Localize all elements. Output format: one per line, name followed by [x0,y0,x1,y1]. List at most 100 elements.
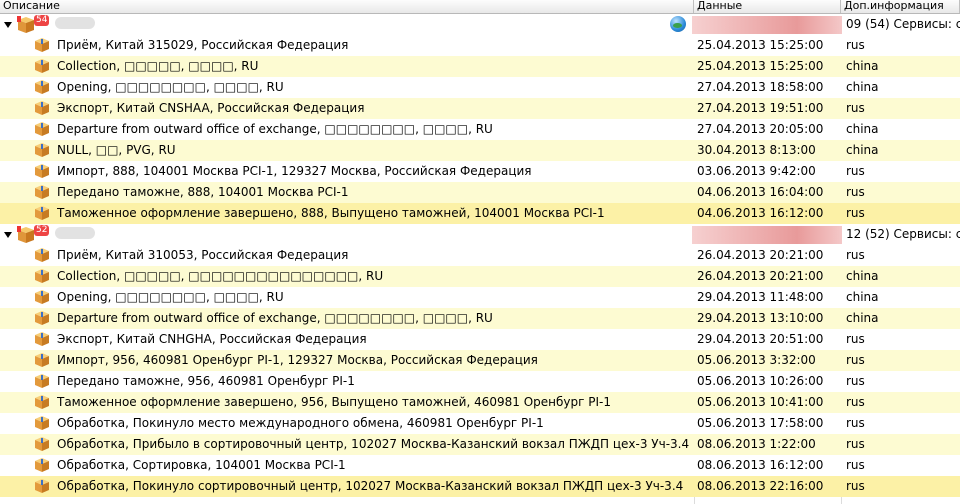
cell-info: rus [846,164,865,178]
parcel-icon [35,206,49,220]
cell-description: Экспорт, Китай CNSHAA, Российская Федера… [57,101,365,115]
parcel-icon [35,248,49,262]
cell-info: rus [846,437,865,451]
cell-date: 04.06.2013 16:04:00 [697,185,824,199]
table-row[interactable]: Экспорт, Китай CNHGHA, Российская Федера… [0,329,960,350]
cell-description: Обработка, Покинуло сортировочный центр,… [57,479,684,493]
cell-info: rus [846,458,865,472]
group-row[interactable]: 54 09 (54) Сервисы: с [0,14,960,35]
cell-info: rus [846,374,865,388]
table-row[interactable]: Передано таможне, 888, 104001 Москва PCI… [0,182,960,203]
parcel-icon [35,374,49,388]
table-row[interactable]: Opening, □□□□□□□□, □□□□, RU 27.04.2013 18… [0,77,960,98]
cell-date: 08.06.2013 22:16:00 [697,479,824,493]
group-row[interactable]: 52 12 (52) Сервисы: с [0,224,960,245]
cell-description: Передано таможне, 888, 104001 Москва PCI… [57,185,349,199]
cell-description: Экспорт, Китай CNHGHA, Российская Федера… [57,332,367,346]
table-row[interactable]: Таможенное оформление завершено, 888, Вы… [0,203,960,224]
column-header-info[interactable]: Доп.информация [841,0,960,13]
cell-date: 27.04.2013 18:58:00 [697,80,824,94]
cell-description: Приём, Китай 315029, Российская Федераци… [57,38,349,52]
table-row[interactable]: Обработка, Прибыло в сортировочный центр… [0,434,960,455]
collapse-arrow-icon[interactable] [4,22,12,28]
cell-description: Импорт, 888, 104001 Москва PCI-1, 129327… [57,164,532,178]
parcel-icon [35,59,49,73]
collapse-arrow-icon[interactable] [4,232,12,238]
cell-date: 30.04.2013 8:13:00 [697,143,816,157]
table-row[interactable]: Collection, □□□□□, □□□□, RU 25.04.2013 15… [0,56,960,77]
cell-info: china [846,290,879,304]
cell-info: rus [846,38,865,52]
table-row[interactable]: Обработка, Покинуло сортировочный центр,… [0,476,960,497]
column-header-description[interactable]: Описание [0,0,694,13]
parcel-icon [35,122,49,136]
table-row[interactable]: Departure from outward office of exchang… [0,308,960,329]
parcel-icon [35,185,49,199]
cell-description: Collection, □□□□□, □□□□, RU [57,59,259,73]
cell-date: 27.04.2013 19:51:00 [697,101,824,115]
parcel-group-icon [17,226,34,243]
cell-date: 08.06.2013 16:12:00 [697,458,824,472]
group-info: 12 (52) Сервисы: с [846,227,960,241]
table-row[interactable]: Импорт, 888, 104001 Москва PCI-1, 129327… [0,161,960,182]
globe-icon[interactable] [670,16,686,32]
table-row[interactable]: Opening, □□□□□□□□, □□□□, RU 29.04.2013 11… [0,287,960,308]
status-bar [692,226,842,244]
cell-info: rus [846,206,865,220]
cell-description: Импорт, 956, 460981 Оренбург PI-1, 12932… [57,353,538,367]
cell-description: Opening, □□□□□□□□, □□□□, RU [57,290,284,304]
parcel-group-icon [17,16,34,33]
parcel-icon [35,416,49,430]
table-row[interactable]: Таможенное оформление завершено, 956, Вы… [0,392,960,413]
cell-info: rus [846,395,865,409]
table-row[interactable]: Обработка, Покинуло место международного… [0,413,960,434]
table-row[interactable]: Приём, Китай 315029, Российская Федераци… [0,35,960,56]
parcel-icon [35,437,49,451]
table-row[interactable]: Экспорт, Китай CNSHAA, Российская Федера… [0,98,960,119]
table-row[interactable]: Импорт, 956, 460981 Оренбург PI-1, 12932… [0,350,960,371]
cell-description: Collection, □□□□□, □□□□□□□□□□□□□□□, RU [57,269,384,283]
table-row[interactable]: Обработка, Сортировка, 104001 Москва PCI… [0,455,960,476]
cell-date: 08.06.2013 1:22:00 [697,437,816,451]
redacted-tracking-number [55,227,95,239]
cell-date: 05.06.2013 17:58:00 [697,416,824,430]
parcel-icon [35,395,49,409]
redacted-tracking-number [55,17,95,29]
cell-info: rus [846,101,865,115]
cell-date: 29.04.2013 13:10:00 [697,311,824,325]
table-row[interactable]: Передано таможне, 956, 460981 Оренбург P… [0,371,960,392]
parcel-icon [35,458,49,472]
cell-date: 27.04.2013 20:05:00 [697,122,824,136]
cell-date: 25.04.2013 15:25:00 [697,59,824,73]
cell-info: rus [846,332,865,346]
cell-date: 04.06.2013 16:12:00 [697,206,824,220]
cell-description: Таможенное оформление завершено, 956, Вы… [57,395,611,409]
cell-description: Обработка, Прибыло в сортировочный центр… [57,437,690,451]
cell-info: rus [846,353,865,367]
cell-description: Departure from outward office of exchang… [57,122,493,136]
parcel-icon [35,80,49,94]
cell-description: Приём, Китай 310053, Российская Федераци… [57,248,349,262]
column-header-date[interactable]: Данные [694,0,841,13]
cell-info: china [846,59,879,73]
parcel-icon [35,311,49,325]
table-row[interactable]: Приём, Китай 310053, Российская Федераци… [0,245,960,266]
parcel-icon [35,332,49,346]
cell-date: 05.06.2013 10:26:00 [697,374,824,388]
cell-date: 05.06.2013 3:32:00 [697,353,816,367]
table-row[interactable]: Collection, □□□□□, □□□□□□□□□□□□□□□, RU 26… [0,266,960,287]
cell-info: china [846,311,879,325]
parcel-icon [35,290,49,304]
cell-date: 26.04.2013 20:21:00 [697,248,824,262]
table-row[interactable]: Departure from outward office of exchang… [0,119,960,140]
parcel-icon [35,143,49,157]
cell-description: Обработка, Покинуло место международного… [57,416,544,430]
cell-date: 25.04.2013 15:25:00 [697,38,824,52]
cell-date: 26.04.2013 20:21:00 [697,269,824,283]
cell-info: china [846,122,879,136]
group-info: 09 (54) Сервисы: с [846,17,960,31]
cell-description: Таможенное оформление завершено, 888, Вы… [57,206,605,220]
table-row[interactable]: NULL, □□, PVG, RU 30.04.2013 8:13:00 china [0,140,960,161]
cell-info: rus [846,248,865,262]
cell-info: china [846,269,879,283]
